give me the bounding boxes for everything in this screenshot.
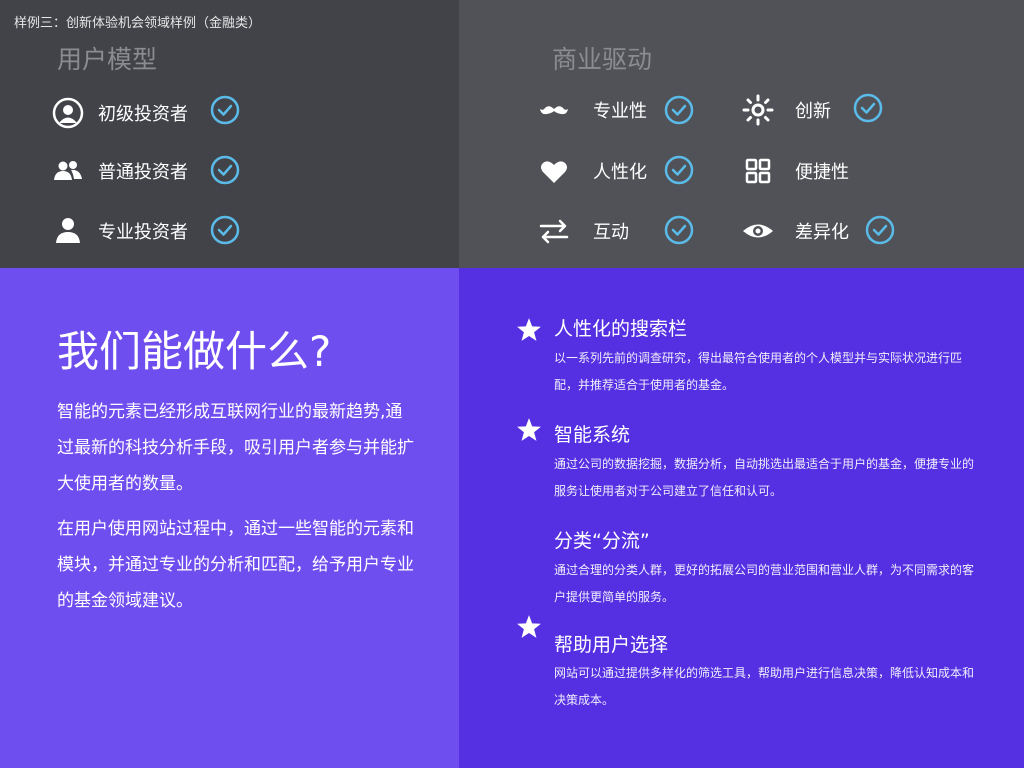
user-model-label: 专业投资者 xyxy=(98,222,188,243)
feature-title: 帮助用户选择 xyxy=(554,634,669,656)
user-model-item: 普通投资者 xyxy=(52,154,188,188)
users-icon xyxy=(52,155,84,187)
check-icon xyxy=(853,93,883,123)
what-title: 我们能做什么? xyxy=(57,327,332,376)
business-driver-label: 创新 xyxy=(795,101,831,122)
business-driver-label: 专业性 xyxy=(593,101,647,122)
business-driver-item: 人性化 xyxy=(538,154,647,188)
check-icon xyxy=(664,95,694,125)
mustache-icon xyxy=(538,94,570,126)
sun-icon xyxy=(742,94,774,126)
business-driver-label: 人性化 xyxy=(593,162,647,183)
check-icon xyxy=(664,215,694,245)
eye-icon xyxy=(742,215,774,247)
feature-title: 分类“分流” xyxy=(554,530,650,552)
user-model-label: 普通投资者 xyxy=(98,162,188,183)
feature-description: 通过合理的分类人群，更好的拓展公司的营业范围和营业人群，为不同需求的客户提供更简… xyxy=(554,563,975,604)
swap-arrows-icon xyxy=(538,215,570,247)
grid-icon xyxy=(742,155,774,187)
business-driver-item: 专业性 xyxy=(538,93,647,127)
check-icon xyxy=(210,155,240,185)
business-driver-label: 互动 xyxy=(593,222,629,243)
intro-paragraph: 智能的元素已经形成互联网行业的最新趋势,通过最新的科技分析手段，吸引用户者参与并… xyxy=(57,402,414,494)
user-icon xyxy=(52,215,84,247)
feature-title: 人性化的搜索栏 xyxy=(554,318,688,340)
business-driver-item: 便捷性 xyxy=(742,154,849,188)
business-driver-title: 商业驱动 xyxy=(552,45,653,74)
feature-description: 以一系列先前的调查研究，得出最符合使用者的个人模型并与实际状况进行匹配，并推荐适… xyxy=(554,351,963,392)
check-icon xyxy=(865,215,895,245)
page-caption: 样例三：创新体验机会领域样例（金融类） xyxy=(14,16,262,31)
star-icon xyxy=(517,318,541,341)
business-driver-item: 互动 xyxy=(538,214,629,248)
user-model-title: 用户模型 xyxy=(57,45,158,74)
feature-title: 智能系统 xyxy=(554,424,631,446)
star-icon xyxy=(517,615,541,638)
star-icon xyxy=(517,418,541,441)
business-driver-item: 差异化 xyxy=(742,214,849,248)
business-driver-label: 差异化 xyxy=(795,222,849,243)
feature-description: 网站可以通过提供多样化的筛选工具，帮助用户进行信息决策，降低认知成本和决策成本。 xyxy=(554,666,975,707)
business-driver-item: 创新 xyxy=(742,93,831,127)
user-circle-icon xyxy=(52,97,84,129)
check-icon xyxy=(210,95,240,125)
intro-paragraph: 在用户使用网站过程中，通过一些智能的元素和模块，并通过专业的分析和匹配，给予用户… xyxy=(57,519,414,611)
heart-icon xyxy=(538,155,570,187)
check-icon xyxy=(210,215,240,245)
check-icon xyxy=(664,155,694,185)
user-model-item: 初级投资者 xyxy=(52,96,188,130)
user-model-item: 专业投资者 xyxy=(52,214,188,248)
user-model-label: 初级投资者 xyxy=(98,104,188,125)
business-driver-label: 便捷性 xyxy=(795,162,849,183)
feature-description: 通过公司的数据挖掘，数据分析，自动挑选出最适合于用户的基金，便捷专业的服务让使用… xyxy=(554,457,975,498)
